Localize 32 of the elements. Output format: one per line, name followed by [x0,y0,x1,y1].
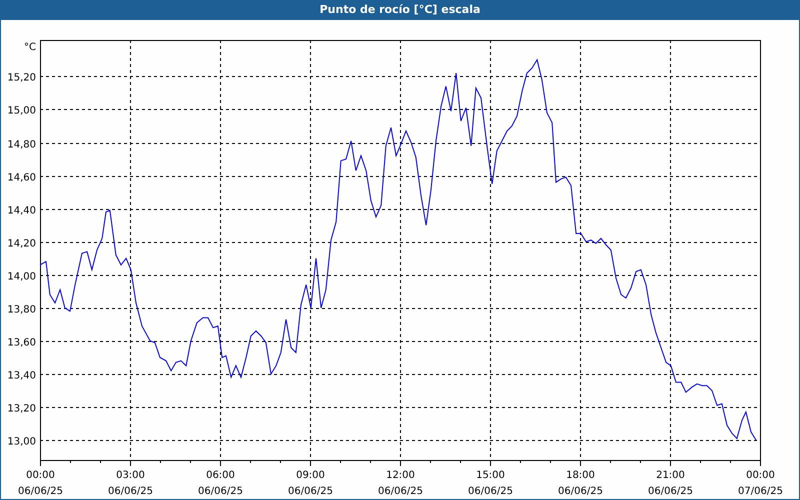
y-tick-label: 14,60 [7,172,36,184]
x-tick-time: 03:00 [116,470,145,481]
x-tick-date: 06/06/25 [288,486,333,497]
x-tick-time: 00:00 [746,470,775,481]
x-tick-date: 06/06/25 [558,486,603,497]
y-tick-label: 15,20 [7,72,36,84]
y-tick-label: 13,40 [7,370,36,382]
unit-label: °C [24,42,36,53]
x-tick-date: 06/06/25 [18,486,63,497]
x-tick-date: 06/06/25 [648,486,693,497]
y-tick-label: 13,00 [7,436,36,448]
y-tick-label: 13,20 [7,404,36,414]
y-tick-label: 13,60 [7,338,36,348]
x-tick-date: 06/06/25 [108,486,153,497]
y-tick-label: 14,00 [7,272,36,282]
y-tick-label: 14,40 [7,206,36,216]
y-tick-label: 14,80 [7,140,36,150]
y-tick-label: 15,00 [7,106,36,116]
window-title: Punto de rocío [°C] escala [320,3,480,16]
x-tick-time: 09:00 [296,470,325,481]
x-tick-date: 07/06/25 [738,486,783,497]
x-tick-time: 06:00 [206,470,235,481]
x-tick-time: 15:00 [476,470,505,481]
x-tick-time: 18:00 [566,470,595,481]
x-tick-time: 12:00 [386,470,415,481]
y-tick-label: 13,80 [7,304,36,316]
x-tick-time: 00:00 [26,470,55,481]
x-tick-date: 06/06/25 [198,486,243,497]
y-tick-label: 14,20 [7,238,36,250]
x-tick-time: 21:00 [656,470,685,481]
x-tick-date: 06/06/25 [378,486,423,497]
x-tick-date: 06/06/25 [468,486,513,497]
